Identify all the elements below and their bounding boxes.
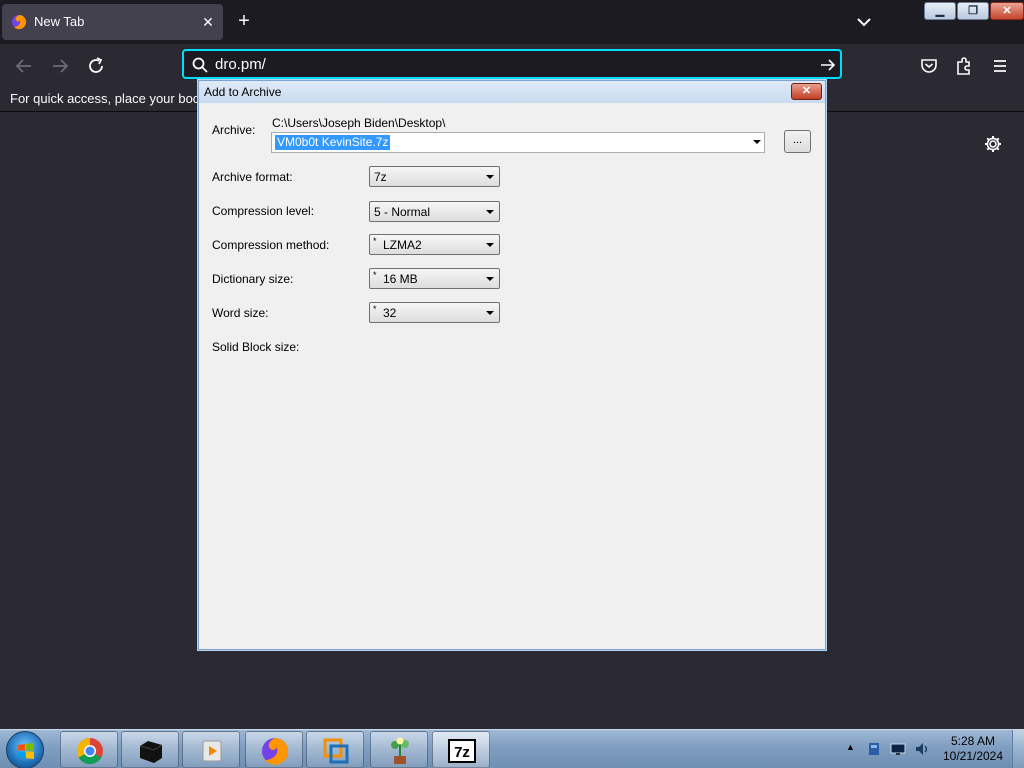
archive-name-value[interactable]: VM0b0t KevinSite.7z bbox=[275, 135, 391, 150]
address-bar[interactable]: dro.pm/ bbox=[182, 49, 842, 79]
dropdown-arrow-icon bbox=[486, 311, 494, 315]
minimize-button[interactable]: ▁ bbox=[924, 2, 956, 20]
tab-new-tab[interactable]: New Tab ✕ bbox=[2, 4, 223, 40]
windows-logo-icon bbox=[18, 743, 34, 759]
dropdown-arrow-icon[interactable] bbox=[753, 140, 761, 144]
word-size-value: 32 bbox=[383, 306, 397, 320]
tab-close-icon[interactable]: ✕ bbox=[199, 13, 217, 31]
compression-method-select[interactable]: * LZMA2 bbox=[369, 234, 500, 255]
restore-button[interactable]: ❐ bbox=[957, 2, 989, 20]
search-icon bbox=[192, 57, 208, 73]
taskbar-media-player[interactable] bbox=[182, 731, 240, 768]
chevron-down-icon[interactable] bbox=[852, 10, 876, 34]
close-window-button[interactable]: ✕ bbox=[990, 2, 1024, 20]
dictionary-size-select[interactable]: * 16 MB bbox=[369, 268, 500, 289]
system-clock[interactable]: 5:28 AM 10/21/2024 bbox=[934, 734, 1012, 764]
volume-icon[interactable] bbox=[914, 741, 930, 757]
dictionary-size-value: 16 MB bbox=[383, 272, 418, 286]
compression-level-label: Compression level: bbox=[212, 204, 315, 218]
taskbar: 7z ▲ 5:28 AM 10/21/2024 bbox=[0, 729, 1024, 768]
terminal-icon bbox=[139, 741, 163, 763]
compression-method-label: Compression method: bbox=[212, 238, 330, 252]
taskbar-firefox[interactable] bbox=[245, 731, 303, 768]
word-size-select[interactable]: * 32 bbox=[369, 302, 500, 323]
word-size-label: Word size: bbox=[212, 306, 269, 320]
taskbar-terminal[interactable] bbox=[121, 731, 179, 768]
gear-icon[interactable] bbox=[983, 134, 1003, 154]
dropdown-arrow-icon bbox=[486, 243, 494, 247]
media-player-icon bbox=[202, 740, 222, 762]
forward-arrow-icon[interactable] bbox=[48, 54, 72, 78]
compression-method-value: LZMA2 bbox=[383, 238, 422, 252]
add-to-archive-dialog: Add to Archive ✕ Archive: C:\Users\Josep… bbox=[198, 80, 826, 650]
dialog-titlebar[interactable]: Add to Archive ✕ bbox=[199, 81, 825, 103]
tray-expand-icon[interactable]: ▲ bbox=[846, 742, 862, 758]
back-arrow-icon[interactable] bbox=[12, 54, 36, 78]
menu-icon[interactable] bbox=[988, 54, 1012, 78]
default-marker: * bbox=[373, 304, 377, 314]
archive-label: Archive: bbox=[212, 123, 256, 137]
archive-name-combobox[interactable]: VM0b0t KevinSite.7z bbox=[271, 132, 765, 153]
firefox-icon bbox=[262, 738, 289, 765]
start-button[interactable] bbox=[6, 731, 44, 768]
pocket-icon[interactable] bbox=[917, 54, 941, 78]
dictionary-size-label: Dictionary size: bbox=[212, 272, 294, 286]
archive-path: C:\Users\Joseph Biden\Desktop\ bbox=[272, 116, 446, 130]
compression-level-select[interactable]: 5 - Normal bbox=[369, 201, 500, 222]
firefox-icon bbox=[12, 15, 27, 30]
taskbar-7zip[interactable]: 7z bbox=[432, 731, 490, 768]
dropdown-arrow-icon bbox=[486, 210, 494, 214]
dropdown-arrow-icon bbox=[486, 277, 494, 281]
7zip-icon: 7z bbox=[448, 739, 476, 763]
archive-format-select[interactable]: 7z bbox=[369, 166, 500, 187]
compression-level-value: 5 - Normal bbox=[374, 205, 431, 219]
dropdown-arrow-icon bbox=[486, 175, 494, 179]
new-tab-button[interactable]: + bbox=[232, 10, 256, 34]
tab-title: New Tab bbox=[34, 14, 85, 29]
monitor-icon[interactable] bbox=[890, 741, 906, 757]
solid-block-size-label: Solid Block size: bbox=[212, 340, 300, 354]
chrome-icon bbox=[76, 737, 103, 765]
tab-strip: New Tab ✕ + bbox=[0, 0, 1024, 44]
extensions-icon[interactable] bbox=[952, 54, 976, 78]
plant-icon bbox=[391, 737, 409, 764]
archive-format-label: Archive format: bbox=[212, 170, 293, 184]
vmware-icon bbox=[323, 738, 349, 764]
dialog-close-button[interactable]: ✕ bbox=[791, 83, 822, 100]
reload-icon[interactable] bbox=[84, 54, 108, 78]
network-drive-icon[interactable] bbox=[866, 741, 882, 757]
clock-time: 5:28 AM bbox=[950, 734, 996, 748]
taskbar-vmware[interactable] bbox=[306, 731, 364, 768]
default-marker: * bbox=[373, 236, 377, 246]
close-icon: ✕ bbox=[1002, 5, 1012, 17]
archive-format-value: 7z bbox=[374, 170, 387, 184]
minimize-icon: ▁ bbox=[935, 5, 945, 17]
url-input[interactable]: dro.pm/ bbox=[215, 56, 266, 73]
taskbar-chrome[interactable] bbox=[60, 731, 118, 768]
browse-button[interactable]: ... bbox=[784, 130, 811, 153]
svg-text:7z: 7z bbox=[454, 744, 470, 761]
dialog-title: Add to Archive bbox=[204, 85, 282, 99]
go-arrow-icon[interactable] bbox=[818, 55, 838, 75]
default-marker: * bbox=[373, 270, 377, 280]
restore-icon: ❐ bbox=[968, 5, 978, 17]
clock-date: 10/21/2024 bbox=[942, 749, 1004, 763]
bookmarks-hint: For quick access, place your bookmarks h… bbox=[10, 91, 198, 106]
taskbar-plant-app[interactable] bbox=[370, 731, 428, 768]
show-desktop-button[interactable] bbox=[1012, 730, 1024, 768]
